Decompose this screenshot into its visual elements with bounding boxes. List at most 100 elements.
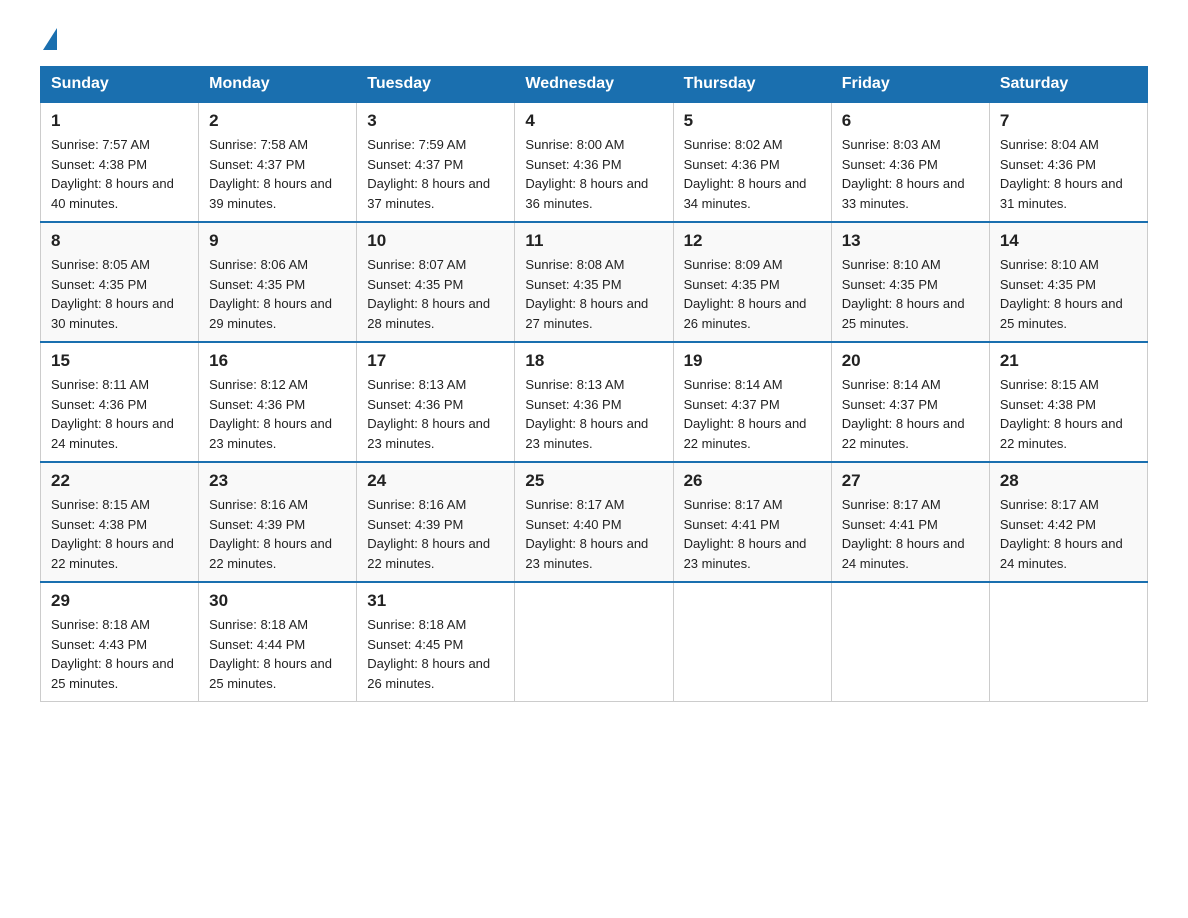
day-number: 13 [842,231,979,251]
calendar-cell: 11 Sunrise: 8:08 AMSunset: 4:35 PMDaylig… [515,222,673,342]
day-info: Sunrise: 8:17 AMSunset: 4:42 PMDaylight:… [1000,497,1123,571]
calendar-cell: 5 Sunrise: 8:02 AMSunset: 4:36 PMDayligh… [673,102,831,222]
calendar-week-row: 15 Sunrise: 8:11 AMSunset: 4:36 PMDaylig… [41,342,1148,462]
day-number: 22 [51,471,188,491]
calendar-cell: 20 Sunrise: 8:14 AMSunset: 4:37 PMDaylig… [831,342,989,462]
day-number: 10 [367,231,504,251]
calendar-cell: 12 Sunrise: 8:09 AMSunset: 4:35 PMDaylig… [673,222,831,342]
day-number: 2 [209,111,346,131]
calendar-cell: 29 Sunrise: 8:18 AMSunset: 4:43 PMDaylig… [41,582,199,702]
day-info: Sunrise: 8:16 AMSunset: 4:39 PMDaylight:… [209,497,332,571]
calendar-cell: 2 Sunrise: 7:58 AMSunset: 4:37 PMDayligh… [199,102,357,222]
calendar-cell: 30 Sunrise: 8:18 AMSunset: 4:44 PMDaylig… [199,582,357,702]
page-header [40,30,1148,46]
calendar-cell [673,582,831,702]
calendar-cell: 23 Sunrise: 8:16 AMSunset: 4:39 PMDaylig… [199,462,357,582]
day-number: 6 [842,111,979,131]
calendar-header-row: SundayMondayTuesdayWednesdayThursdayFrid… [41,67,1148,103]
day-info: Sunrise: 8:17 AMSunset: 4:40 PMDaylight:… [525,497,648,571]
column-header-saturday: Saturday [989,67,1147,103]
day-number: 12 [684,231,821,251]
day-number: 31 [367,591,504,611]
calendar-cell: 9 Sunrise: 8:06 AMSunset: 4:35 PMDayligh… [199,222,357,342]
day-number: 26 [684,471,821,491]
day-info: Sunrise: 7:58 AMSunset: 4:37 PMDaylight:… [209,137,332,211]
calendar-week-row: 8 Sunrise: 8:05 AMSunset: 4:35 PMDayligh… [41,222,1148,342]
calendar-cell: 10 Sunrise: 8:07 AMSunset: 4:35 PMDaylig… [357,222,515,342]
day-number: 17 [367,351,504,371]
day-number: 9 [209,231,346,251]
calendar-cell: 21 Sunrise: 8:15 AMSunset: 4:38 PMDaylig… [989,342,1147,462]
day-info: Sunrise: 8:04 AMSunset: 4:36 PMDaylight:… [1000,137,1123,211]
calendar-cell: 16 Sunrise: 8:12 AMSunset: 4:36 PMDaylig… [199,342,357,462]
calendar-cell: 17 Sunrise: 8:13 AMSunset: 4:36 PMDaylig… [357,342,515,462]
logo [40,30,57,46]
day-info: Sunrise: 8:13 AMSunset: 4:36 PMDaylight:… [525,377,648,451]
day-info: Sunrise: 8:17 AMSunset: 4:41 PMDaylight:… [684,497,807,571]
day-info: Sunrise: 8:16 AMSunset: 4:39 PMDaylight:… [367,497,490,571]
day-info: Sunrise: 8:05 AMSunset: 4:35 PMDaylight:… [51,257,174,331]
calendar-cell: 24 Sunrise: 8:16 AMSunset: 4:39 PMDaylig… [357,462,515,582]
calendar-cell: 28 Sunrise: 8:17 AMSunset: 4:42 PMDaylig… [989,462,1147,582]
day-info: Sunrise: 8:13 AMSunset: 4:36 PMDaylight:… [367,377,490,451]
calendar-cell: 15 Sunrise: 8:11 AMSunset: 4:36 PMDaylig… [41,342,199,462]
day-info: Sunrise: 8:02 AMSunset: 4:36 PMDaylight:… [684,137,807,211]
day-number: 18 [525,351,662,371]
day-info: Sunrise: 8:14 AMSunset: 4:37 PMDaylight:… [684,377,807,451]
day-number: 28 [1000,471,1137,491]
day-info: Sunrise: 8:18 AMSunset: 4:43 PMDaylight:… [51,617,174,691]
calendar-week-row: 22 Sunrise: 8:15 AMSunset: 4:38 PMDaylig… [41,462,1148,582]
day-info: Sunrise: 8:12 AMSunset: 4:36 PMDaylight:… [209,377,332,451]
day-info: Sunrise: 8:08 AMSunset: 4:35 PMDaylight:… [525,257,648,331]
column-header-sunday: Sunday [41,67,199,103]
calendar-cell: 25 Sunrise: 8:17 AMSunset: 4:40 PMDaylig… [515,462,673,582]
day-number: 21 [1000,351,1137,371]
day-number: 24 [367,471,504,491]
day-number: 25 [525,471,662,491]
day-info: Sunrise: 8:00 AMSunset: 4:36 PMDaylight:… [525,137,648,211]
calendar-cell: 8 Sunrise: 8:05 AMSunset: 4:35 PMDayligh… [41,222,199,342]
calendar-cell: 27 Sunrise: 8:17 AMSunset: 4:41 PMDaylig… [831,462,989,582]
day-info: Sunrise: 8:18 AMSunset: 4:44 PMDaylight:… [209,617,332,691]
calendar-cell: 6 Sunrise: 8:03 AMSunset: 4:36 PMDayligh… [831,102,989,222]
calendar-cell: 1 Sunrise: 7:57 AMSunset: 4:38 PMDayligh… [41,102,199,222]
day-info: Sunrise: 8:17 AMSunset: 4:41 PMDaylight:… [842,497,965,571]
logo-triangle-icon [43,28,57,50]
calendar-cell: 3 Sunrise: 7:59 AMSunset: 4:37 PMDayligh… [357,102,515,222]
calendar-cell [831,582,989,702]
day-number: 29 [51,591,188,611]
day-number: 11 [525,231,662,251]
calendar-cell: 31 Sunrise: 8:18 AMSunset: 4:45 PMDaylig… [357,582,515,702]
day-number: 23 [209,471,346,491]
day-info: Sunrise: 8:10 AMSunset: 4:35 PMDaylight:… [1000,257,1123,331]
day-info: Sunrise: 8:07 AMSunset: 4:35 PMDaylight:… [367,257,490,331]
calendar-cell [989,582,1147,702]
day-number: 19 [684,351,821,371]
day-info: Sunrise: 8:11 AMSunset: 4:36 PMDaylight:… [51,377,174,451]
column-header-wednesday: Wednesday [515,67,673,103]
day-number: 27 [842,471,979,491]
day-number: 30 [209,591,346,611]
day-number: 20 [842,351,979,371]
calendar-cell: 19 Sunrise: 8:14 AMSunset: 4:37 PMDaylig… [673,342,831,462]
column-header-monday: Monday [199,67,357,103]
day-info: Sunrise: 7:59 AMSunset: 4:37 PMDaylight:… [367,137,490,211]
calendar-cell: 14 Sunrise: 8:10 AMSunset: 4:35 PMDaylig… [989,222,1147,342]
day-number: 5 [684,111,821,131]
day-info: Sunrise: 8:09 AMSunset: 4:35 PMDaylight:… [684,257,807,331]
day-info: Sunrise: 8:18 AMSunset: 4:45 PMDaylight:… [367,617,490,691]
day-number: 7 [1000,111,1137,131]
column-header-tuesday: Tuesday [357,67,515,103]
calendar-table: SundayMondayTuesdayWednesdayThursdayFrid… [40,66,1148,702]
calendar-cell: 13 Sunrise: 8:10 AMSunset: 4:35 PMDaylig… [831,222,989,342]
day-number: 14 [1000,231,1137,251]
calendar-cell: 18 Sunrise: 8:13 AMSunset: 4:36 PMDaylig… [515,342,673,462]
day-info: Sunrise: 8:15 AMSunset: 4:38 PMDaylight:… [51,497,174,571]
calendar-cell: 22 Sunrise: 8:15 AMSunset: 4:38 PMDaylig… [41,462,199,582]
day-number: 8 [51,231,188,251]
day-info: Sunrise: 8:10 AMSunset: 4:35 PMDaylight:… [842,257,965,331]
calendar-cell: 7 Sunrise: 8:04 AMSunset: 4:36 PMDayligh… [989,102,1147,222]
day-number: 3 [367,111,504,131]
day-info: Sunrise: 8:15 AMSunset: 4:38 PMDaylight:… [1000,377,1123,451]
calendar-week-row: 1 Sunrise: 7:57 AMSunset: 4:38 PMDayligh… [41,102,1148,222]
